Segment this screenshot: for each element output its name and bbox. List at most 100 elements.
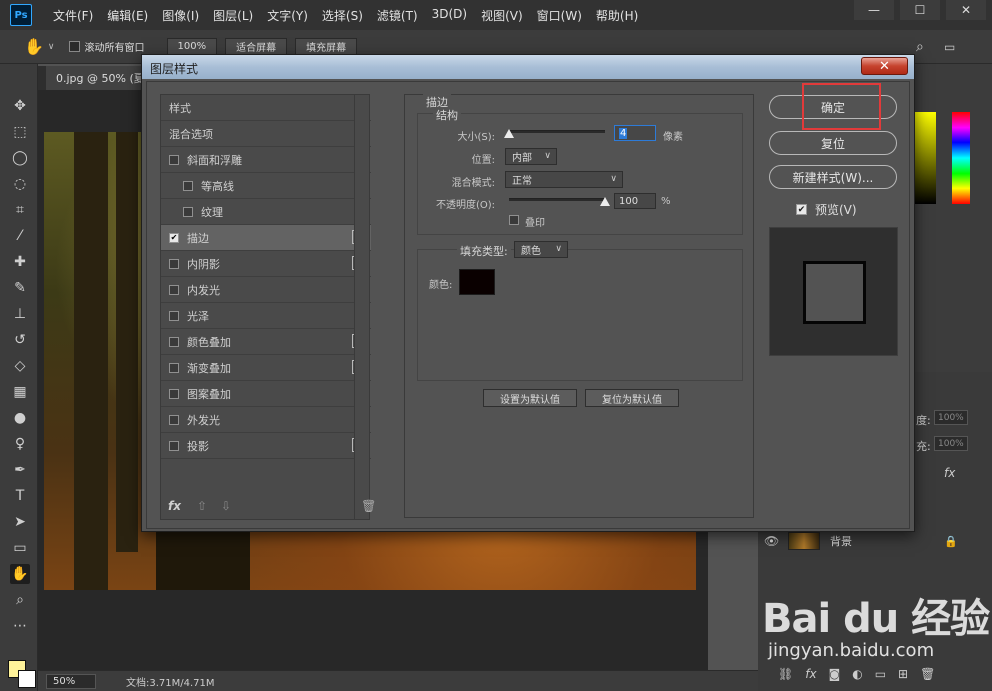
- blend-mode-dropdown[interactable]: 正常 ∨: [505, 171, 623, 188]
- style-checkbox-6[interactable]: [169, 258, 179, 269]
- size-slider-track[interactable]: [509, 130, 605, 133]
- menu-item-5[interactable]: 选择(S): [315, 7, 370, 24]
- style-item-10[interactable]: 渐变叠加+: [161, 355, 371, 381]
- path-select-tool-icon[interactable]: ➤: [10, 512, 30, 532]
- style-checkbox-10[interactable]: [169, 362, 179, 373]
- workspace-icon[interactable]: ▭: [944, 40, 955, 54]
- preview-checkbox[interactable]: ✔: [796, 204, 807, 215]
- move-down-icon[interactable]: ⇩: [221, 499, 231, 513]
- style-checkbox-12[interactable]: [169, 414, 179, 425]
- scroll-all-windows-checkbox[interactable]: [68, 41, 80, 52]
- lasso-tool-icon[interactable]: ◯: [10, 148, 30, 168]
- color-picker-field[interactable]: [914, 112, 936, 204]
- reset-button[interactable]: 复位: [769, 131, 897, 155]
- hand-tool-icon[interactable]: ✋: [24, 37, 44, 56]
- close-window-button[interactable]: ✕: [946, 0, 986, 20]
- opacity-input[interactable]: 100: [614, 193, 656, 209]
- style-item-12[interactable]: 外发光: [161, 407, 371, 433]
- zoom-percent-field[interactable]: 100%: [166, 37, 218, 56]
- style-item-7[interactable]: 内发光: [161, 277, 371, 303]
- menu-item-9[interactable]: 窗口(W): [530, 7, 589, 24]
- styles-list-scrollbar[interactable]: [354, 94, 370, 520]
- background-color-swatch[interactable]: [18, 670, 36, 688]
- add-effect-icon[interactable]: fx: [168, 499, 181, 513]
- layer-fx-icon[interactable]: fx: [944, 466, 955, 480]
- delete-effect-icon[interactable]: 🗑: [361, 499, 376, 513]
- size-input[interactable]: 4: [614, 125, 656, 141]
- style-checkbox-11[interactable]: [169, 388, 179, 399]
- status-zoom-field[interactable]: 50%: [46, 673, 96, 689]
- menu-item-0[interactable]: 文件(F): [46, 7, 100, 24]
- history-brush-tool-icon[interactable]: ↺: [10, 330, 30, 350]
- style-item-2[interactable]: 斜面和浮雕: [161, 147, 371, 173]
- menu-item-2[interactable]: 图像(I): [155, 7, 206, 24]
- menu-item-6[interactable]: 滤镜(T): [370, 7, 425, 24]
- rectangle-tool-icon[interactable]: ▭: [10, 538, 30, 558]
- style-checkbox-7[interactable]: [169, 284, 179, 295]
- fill-screen-button[interactable]: 填充屏幕: [295, 37, 358, 56]
- make-default-button[interactable]: 设置为默认值: [483, 389, 577, 407]
- eyedropper-tool-icon[interactable]: ⁄: [10, 226, 30, 246]
- style-item-4[interactable]: 纹理: [161, 199, 371, 225]
- document-info[interactable]: 文档:3.71M/4.71M: [126, 674, 215, 689]
- style-item-0[interactable]: 样式: [161, 95, 371, 121]
- menu-item-7[interactable]: 3D(D): [425, 7, 474, 24]
- search-icon[interactable]: ⌕: [916, 39, 924, 55]
- clone-stamp-tool-icon[interactable]: ⊥: [10, 304, 30, 324]
- style-item-11[interactable]: 图案叠加: [161, 381, 371, 407]
- style-item-8[interactable]: 光泽: [161, 303, 371, 329]
- new-style-button[interactable]: 新建样式(W)...: [769, 165, 897, 189]
- style-checkbox-9[interactable]: [169, 336, 179, 347]
- brush-tool-icon[interactable]: ✎: [10, 278, 30, 298]
- quick-select-tool-icon[interactable]: ◌: [10, 174, 30, 194]
- marquee-tool-icon[interactable]: ⬚: [10, 122, 30, 142]
- reset-default-button[interactable]: 复位为默认值: [585, 389, 679, 407]
- style-checkbox-3[interactable]: [183, 180, 193, 191]
- style-item-3[interactable]: 等高线: [161, 173, 371, 199]
- more-tools-icon[interactable]: ⋯: [10, 616, 30, 636]
- move-up-icon[interactable]: ⇧: [197, 499, 207, 513]
- type-tool-icon[interactable]: T: [10, 486, 30, 506]
- minimize-button[interactable]: —: [854, 0, 894, 20]
- dodge-tool-icon[interactable]: ♀: [10, 434, 30, 454]
- maximize-button[interactable]: ☐: [900, 0, 940, 20]
- tool-preset-chevron-icon[interactable]: ∨: [48, 42, 55, 52]
- menu-item-4[interactable]: 文字(Y): [260, 7, 315, 24]
- preview-toggle[interactable]: ✔ 预览(V): [796, 201, 857, 218]
- menu-item-8[interactable]: 视图(V): [474, 7, 530, 24]
- style-item-13[interactable]: 投影+: [161, 433, 371, 459]
- hand-tool-icon[interactable]: ✋: [10, 564, 30, 584]
- fit-screen-button[interactable]: 适合屏幕: [225, 37, 288, 56]
- menu-item-1[interactable]: 编辑(E): [100, 7, 155, 24]
- dialog-titlebar[interactable]: 图层样式 ✕: [142, 55, 914, 79]
- zoom-tool-icon[interactable]: ⌕: [10, 590, 30, 610]
- style-checkbox-8[interactable]: [169, 310, 179, 321]
- pen-tool-icon[interactable]: ✒: [10, 460, 30, 480]
- fill-type-dropdown[interactable]: 颜色 ∨: [514, 241, 568, 258]
- position-dropdown[interactable]: 内部 ∨: [505, 148, 557, 165]
- style-item-1[interactable]: 混合选项: [161, 121, 371, 147]
- dialog-close-button[interactable]: ✕: [861, 57, 908, 75]
- size-slider-thumb[interactable]: [504, 129, 514, 138]
- stroke-color-swatch[interactable]: [459, 269, 495, 295]
- style-checkbox-2[interactable]: [169, 154, 179, 165]
- overprint-checkbox[interactable]: [509, 215, 519, 225]
- healing-brush-tool-icon[interactable]: ✚: [10, 252, 30, 272]
- move-tool-icon[interactable]: ✥: [10, 96, 30, 116]
- style-checkbox-4[interactable]: [183, 206, 193, 217]
- eraser-tool-icon[interactable]: ◇: [10, 356, 30, 376]
- hue-slider[interactable]: [952, 112, 970, 204]
- gradient-tool-icon[interactable]: ▦: [10, 382, 30, 402]
- crop-tool-icon[interactable]: ⌗: [10, 200, 30, 220]
- menu-item-3[interactable]: 图层(L): [206, 7, 260, 24]
- menu-item-10[interactable]: 帮助(H): [589, 7, 645, 24]
- visibility-eye-icon[interactable]: 👁: [764, 534, 779, 548]
- layer-opacity-field[interactable]: 100%: [934, 410, 968, 425]
- style-checkbox-13[interactable]: [169, 440, 179, 451]
- layer-fill-field[interactable]: 100%: [934, 436, 968, 451]
- style-checkbox-5[interactable]: ✔: [169, 232, 179, 243]
- opacity-slider-track[interactable]: [509, 198, 605, 201]
- style-item-5[interactable]: ✔描边+: [161, 225, 371, 251]
- opacity-slider-thumb[interactable]: [600, 197, 610, 206]
- style-item-9[interactable]: 颜色叠加+: [161, 329, 371, 355]
